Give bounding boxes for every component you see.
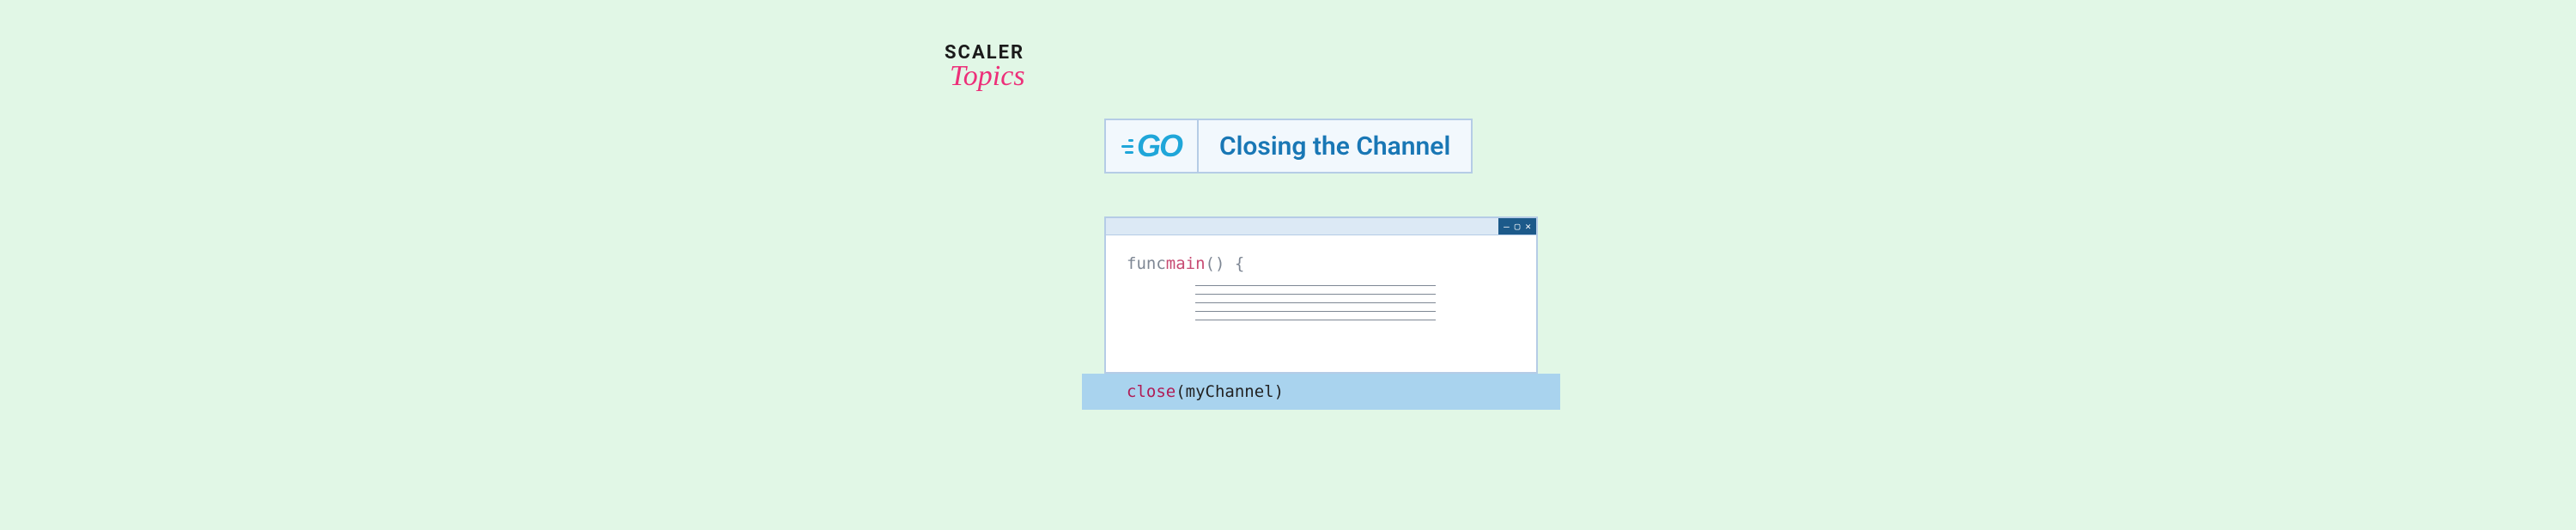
keyword-func: func (1127, 254, 1166, 273)
window-titlebar: — ▢ ✕ (1106, 218, 1536, 235)
code-line-func: func main () { (1127, 254, 1516, 273)
logo-line2: Topics (950, 60, 1631, 93)
window-controls: — ▢ ✕ (1498, 218, 1536, 235)
brand-logo: SCALER Topics (945, 43, 1631, 93)
go-dashes-icon (1121, 139, 1133, 154)
page-title: Closing the Channel (1199, 120, 1471, 172)
parens-brace: () { (1206, 254, 1245, 273)
maximize-icon: ▢ (1515, 221, 1521, 232)
code-window: — ▢ ✕ func main () { close(myChannel) (1104, 216, 1538, 374)
minimize-icon: — (1504, 221, 1510, 232)
go-logo-text: GO (1137, 128, 1182, 164)
close-icon: ✕ (1525, 221, 1531, 232)
function-main: main (1166, 254, 1206, 273)
code-body: func main () { close(myChannel) (1106, 235, 1536, 372)
placeholder-lines (1195, 285, 1436, 320)
go-logo-cell: GO (1106, 120, 1199, 172)
go-logo-icon: GO (1121, 128, 1182, 164)
function-close: close (1127, 382, 1176, 401)
highlighted-code-line: close(myChannel) (1082, 374, 1560, 410)
argument-mychannel: (myChannel) (1176, 382, 1284, 401)
title-bar: GO Closing the Channel (1104, 119, 1473, 174)
